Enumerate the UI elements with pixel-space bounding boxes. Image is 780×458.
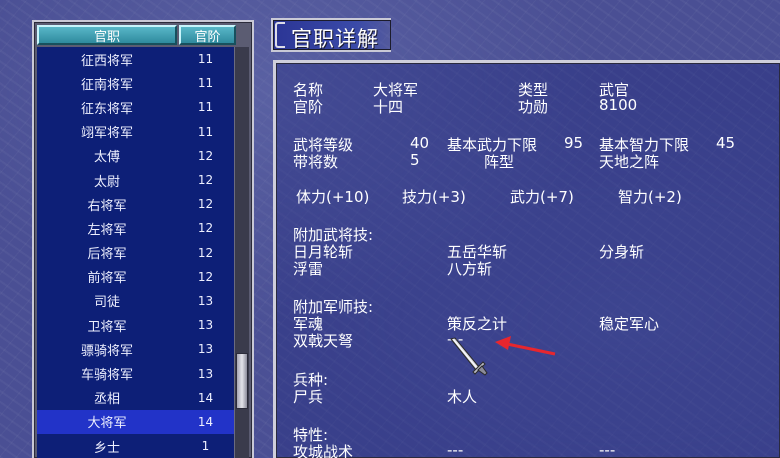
page-title: 官职详解: [291, 27, 379, 51]
rank-list-row[interactable]: 丞相 14: [37, 386, 236, 410]
rank-list-row[interactable]: 大将军 14: [37, 409, 236, 434]
strategist-skill: 双戟天弩: [293, 332, 354, 350]
rank-name: 征南将军: [80, 77, 133, 93]
rank-level: 12: [197, 221, 214, 236]
list-scrollbar[interactable]: [234, 47, 249, 458]
bonus-int: 智力(+2): [618, 188, 682, 206]
rank-level: 13: [197, 342, 214, 357]
troops-label: 带将数: [293, 153, 339, 171]
formation-label: 阵型: [484, 153, 515, 171]
rank-list-row[interactable]: 太傅 12: [37, 144, 236, 168]
formation-value: 天地之阵: [599, 153, 660, 171]
trait-value: ---: [599, 441, 616, 458]
trait-value: ---: [447, 441, 464, 458]
rank-list-row[interactable]: 卫将军 13: [37, 313, 236, 337]
rank-name: 卫将军: [87, 319, 127, 335]
rank-name: 司徒: [93, 295, 120, 311]
rank-level: 11: [197, 52, 214, 67]
title-bracket: [275, 22, 285, 48]
rank-list: 征西将军 11 征南将军 11 征东将军 11 翊军将军 11 太傅 12 太尉 12 右将军 12 左将军…: [37, 47, 236, 458]
rank-level: 1: [201, 439, 210, 454]
detail-title-tab: 官职详解: [271, 18, 391, 52]
unit-value: 木人: [447, 388, 478, 406]
rank-level: 11: [197, 76, 214, 91]
bonus-skill: 技力(+3): [402, 188, 466, 206]
sword-cursor-icon: [450, 337, 488, 376]
rank-name: 征西将军: [80, 53, 133, 69]
rank-list-row[interactable]: 征东将军 11: [37, 95, 236, 119]
rank-level: 13: [197, 366, 214, 381]
rank-name: 翊军将军: [80, 126, 133, 142]
level-value: 40: [410, 134, 430, 152]
rank-list-row[interactable]: 司徒 13: [37, 289, 236, 313]
rank-name: 右将军: [87, 198, 127, 214]
trait-value: 攻城战术: [293, 443, 354, 458]
general-skill: 八方斩: [447, 260, 493, 278]
merit-value: 8100: [599, 96, 638, 114]
rank-list-row[interactable]: 左将军 12: [37, 216, 236, 240]
bonus-hp: 体力(+10): [296, 188, 370, 206]
rank-name: 太尉: [93, 174, 120, 190]
rank-name: 征东将军: [80, 101, 133, 117]
rank-list-row[interactable]: 骠骑将军 13: [37, 337, 236, 361]
rank-value: 十四: [373, 98, 404, 116]
rank-list-row[interactable]: 前将军 12: [37, 265, 236, 289]
annotation-arrow-icon: [495, 336, 556, 356]
min-int-value: 45: [716, 134, 736, 152]
rank-name: 丞相: [93, 392, 120, 408]
rank-name: 太傅: [93, 150, 120, 166]
rank-list-row[interactable]: 翊军将军 11: [37, 120, 236, 144]
strategist-skill: 稳定军心: [599, 315, 660, 333]
rank-list-row[interactable]: 后将军 12: [37, 241, 236, 265]
rank-level: 12: [197, 245, 214, 260]
rank-list-row[interactable]: 征西将军 11: [37, 47, 236, 71]
rank-name: 前将军: [87, 271, 127, 287]
rank-level: 12: [197, 269, 214, 284]
rank-name: 左将军: [87, 222, 127, 238]
rank-level: 12: [197, 197, 214, 212]
list-header: 官职 官阶: [37, 25, 249, 45]
unit-value: 尸兵: [293, 388, 324, 406]
min-force-value: 95: [564, 134, 584, 152]
rank-level: 14: [197, 390, 214, 405]
rank-list-row[interactable]: 右将军 12: [37, 192, 236, 216]
rank-list-row[interactable]: 太尉 12: [37, 168, 236, 192]
troops-value: 5: [410, 151, 420, 169]
rank-label: 官阶: [293, 98, 324, 116]
rank-level: 13: [197, 318, 214, 333]
rank-level: 14: [197, 414, 214, 429]
scrollbar-thumb[interactable]: [236, 353, 248, 409]
rank-name: 乡士: [93, 440, 120, 456]
general-skill: 浮雷: [293, 260, 324, 278]
rank-level: 12: [197, 148, 214, 163]
rank-level: 12: [197, 173, 214, 188]
column-header-name[interactable]: 官职: [37, 25, 177, 45]
rank-name: 后将军: [87, 247, 127, 263]
column-header-rank[interactable]: 官阶: [179, 25, 236, 45]
merit-label: 功勋: [518, 98, 549, 116]
rank-level: 11: [197, 124, 214, 139]
general-skill: 分身斩: [599, 243, 645, 261]
rank-level: 11: [197, 100, 214, 115]
rank-list-row[interactable]: 车骑将军 13: [37, 361, 236, 385]
official-rank-list-panel: 官职 官阶 征西将军 11 征南将军 11 征东将军 11 翊军将军 11 太傅 12 太尉 12 右将…: [32, 20, 254, 458]
rank-name: 骠骑将军: [80, 343, 133, 359]
rank-name: 大将军: [87, 416, 127, 432]
rank-name: 车骑将军: [80, 368, 133, 384]
rank-level: 13: [197, 293, 214, 308]
bonus-force: 武力(+7): [510, 188, 574, 206]
rank-list-row[interactable]: 征南将军 11: [37, 71, 236, 95]
rank-list-row[interactable]: 乡士 1: [37, 434, 236, 458]
